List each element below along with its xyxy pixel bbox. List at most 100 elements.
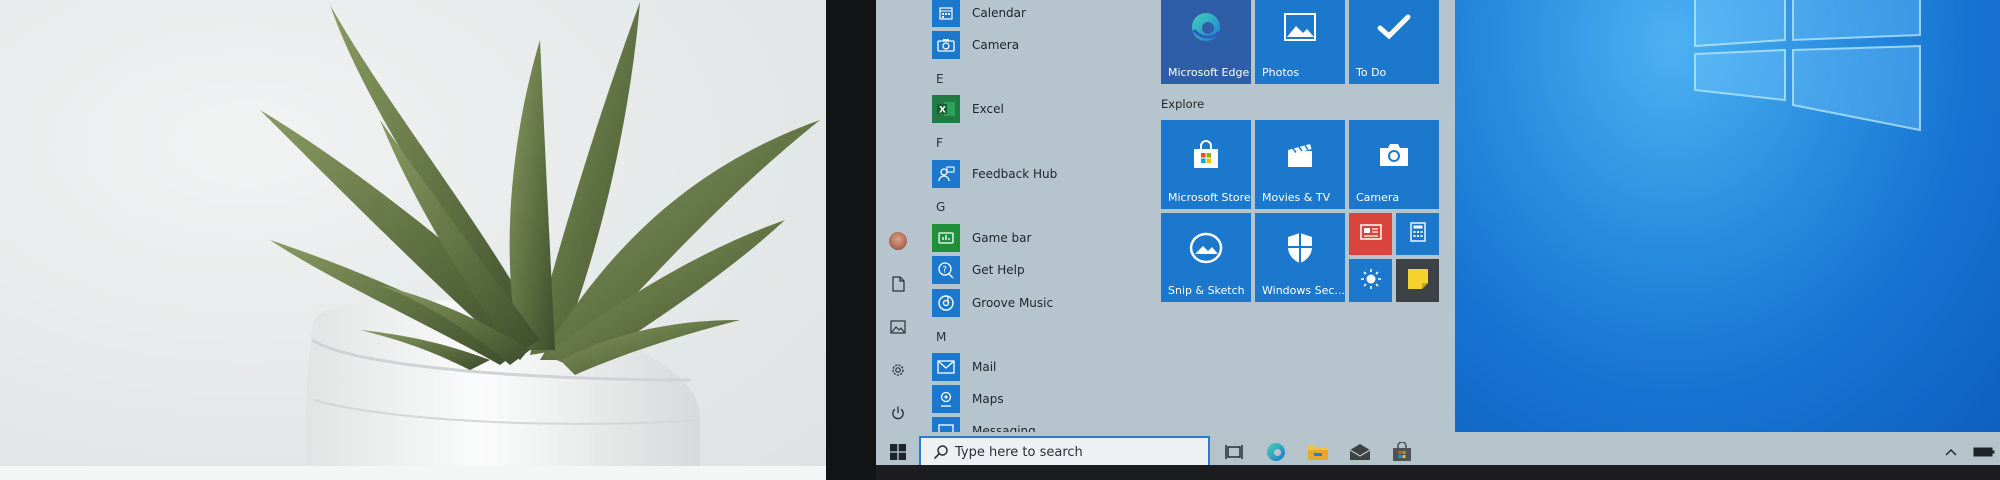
app-list: Calendar Camera E X Excel F Feedback Hub… <box>920 0 1155 432</box>
power-button[interactable] <box>886 401 910 425</box>
letter-header-f[interactable]: F <box>936 136 943 150</box>
app-camera[interactable]: Camera <box>932 30 1019 60</box>
tiles-area: Microsoft Edge Photos To Do Explore Micr… <box>1155 0 1455 432</box>
svg-text:X: X <box>939 106 946 116</box>
camera-icon <box>1378 142 1410 172</box>
tile-label: Movies & TV <box>1262 191 1331 204</box>
windows-start-icon <box>889 444 906 460</box>
app-excel[interactable]: X Excel <box>932 94 1004 124</box>
search-icon <box>933 445 948 460</box>
group-label-explore[interactable]: Explore <box>1161 97 1204 111</box>
tile-sticky-notes[interactable] <box>1396 259 1439 302</box>
tile-snip-sketch[interactable]: Snip & Sketch <box>1161 213 1251 302</box>
app-label: Camera <box>972 38 1020 52</box>
camera-icon <box>932 31 960 59</box>
chevron-up-icon <box>1945 449 1957 456</box>
app-label: Game bar <box>972 231 1032 245</box>
calendar-icon <box>932 0 960 27</box>
tile-camera[interactable]: Camera <box>1349 120 1439 209</box>
tile-label: Windows Sec... <box>1262 284 1345 297</box>
music-icon <box>932 289 960 317</box>
search-placeholder: Type here to search <box>955 444 1083 460</box>
avatar <box>889 232 907 250</box>
app-label: Maps <box>972 392 1004 406</box>
tile-to-do[interactable]: To Do <box>1349 0 1439 84</box>
sticky-notes-icon <box>1407 268 1429 294</box>
monitor-bezel <box>826 0 876 480</box>
messaging-icon <box>932 417 960 432</box>
maps-icon <box>932 385 960 413</box>
tile-label: Photos <box>1262 66 1300 79</box>
app-label: Mail <box>972 360 997 374</box>
documents-button[interactable] <box>886 272 910 296</box>
app-label: Feedback Hub <box>972 167 1058 181</box>
tile-label: Microsoft Store <box>1168 191 1251 204</box>
movies-icon <box>1285 141 1315 173</box>
background-photo <box>0 0 826 480</box>
windows-logo-light <box>1694 0 1921 132</box>
app-mail[interactable]: Mail <box>932 352 996 382</box>
app-label: Get Help <box>972 263 1025 277</box>
help-icon: ? <box>932 256 960 284</box>
app-feedback-hub[interactable]: Feedback Hub <box>932 159 1057 189</box>
document-icon <box>892 276 905 292</box>
edge-icon <box>1189 10 1223 48</box>
news-icon <box>1359 224 1382 244</box>
svg-text:?: ? <box>942 266 947 276</box>
app-maps[interactable]: Maps <box>932 384 1004 414</box>
gear-icon <box>892 364 904 376</box>
tile-photos[interactable]: Photos <box>1255 0 1345 84</box>
letter-header-m[interactable]: M <box>936 330 946 344</box>
task-view-icon <box>1225 445 1243 459</box>
tile-movies-tv[interactable]: Movies & TV <box>1255 120 1345 209</box>
mail-icon <box>1349 444 1371 460</box>
weather-icon <box>1360 268 1382 294</box>
tile-label: Snip & Sketch <box>1168 284 1245 297</box>
shelf <box>0 466 826 480</box>
mail-icon <box>932 353 960 381</box>
power-icon <box>892 406 904 420</box>
app-label: Messaging <box>972 424 1036 432</box>
letter-header-g[interactable]: G <box>936 200 945 214</box>
letter-header-e[interactable]: E <box>936 72 944 86</box>
tile-label: Camera <box>1356 191 1400 204</box>
pictures-button[interactable] <box>886 315 910 339</box>
shield-icon <box>1286 232 1314 268</box>
app-groove-music[interactable]: Groove Music <box>932 288 1053 318</box>
photos-icon <box>1284 13 1316 45</box>
battery-icon <box>1973 447 1995 457</box>
app-get-help[interactable]: ? Get Help <box>932 255 1025 285</box>
tile-label: To Do <box>1356 66 1387 79</box>
excel-icon: X <box>932 95 960 123</box>
pictures-icon <box>890 320 906 334</box>
settings-button[interactable] <box>886 358 910 382</box>
search-box[interactable]: Type here to search <box>919 436 1210 468</box>
app-label: Groove Music <box>972 296 1054 310</box>
tile-label: Microsoft Edge <box>1168 66 1250 79</box>
monitor-bottom-bezel <box>876 465 2000 480</box>
app-messaging[interactable]: Messaging <box>932 416 1036 432</box>
app-game-bar[interactable]: Game bar <box>932 223 1031 253</box>
calculator-icon <box>1409 222 1426 246</box>
tile-news[interactable] <box>1349 213 1392 255</box>
store-icon <box>1191 140 1221 174</box>
user-avatar-button[interactable] <box>886 229 910 253</box>
feedback-icon <box>932 160 960 188</box>
snip-icon <box>1188 232 1224 268</box>
plant-illustration <box>260 2 820 480</box>
gamebar-icon <box>932 224 960 252</box>
todo-icon <box>1377 14 1411 44</box>
start-rail <box>876 0 920 432</box>
folder-icon <box>1308 446 1328 460</box>
tile-microsoft-edge[interactable]: Microsoft Edge <box>1161 0 1251 84</box>
store-icon <box>1393 442 1411 461</box>
tile-calculator[interactable] <box>1396 213 1439 255</box>
edge-icon <box>1267 443 1285 461</box>
app-calendar[interactable]: Calendar <box>932 0 1026 28</box>
tile-weather[interactable] <box>1349 259 1392 302</box>
tile-microsoft-store[interactable]: Microsoft Store <box>1161 120 1251 209</box>
tile-windows-security[interactable]: Windows Sec... <box>1255 213 1345 302</box>
app-label: Calendar <box>972 6 1026 20</box>
desktop-wallpaper <box>1455 0 2000 432</box>
app-label: Excel <box>972 102 1004 116</box>
